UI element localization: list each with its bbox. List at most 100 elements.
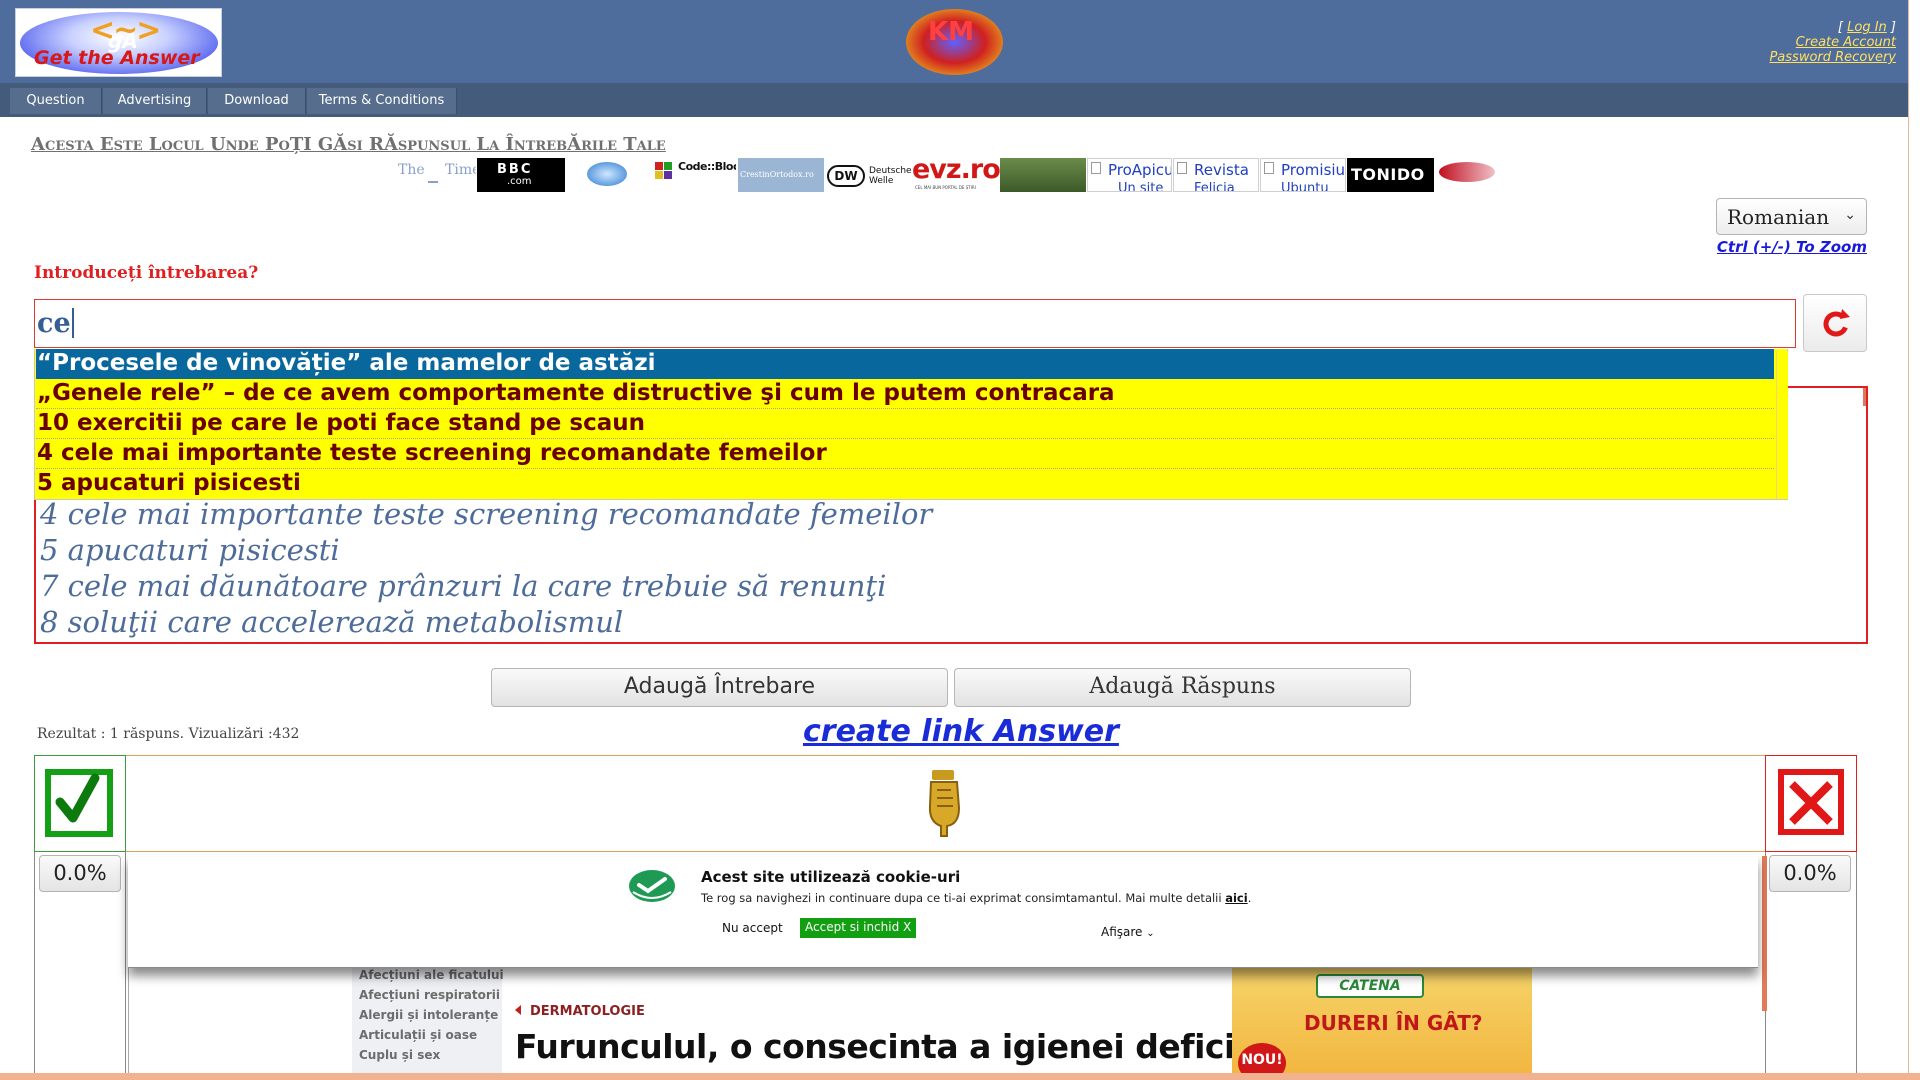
nav-item-terms[interactable]: Terms & Conditions: [307, 88, 457, 114]
cookie-accept-button[interactable]: Accept si inchid X: [800, 918, 917, 938]
refresh-icon: [1823, 309, 1850, 337]
center-logo[interactable]: KM: [906, 9, 1003, 75]
site-logo[interactable]: <~> gA Get the Answer: [15, 8, 222, 77]
nav-item-advertising[interactable]: Advertising: [103, 88, 207, 114]
embed-sidebar-item[interactable]: Afecțiuni respiratorii: [359, 988, 500, 1002]
embed-category[interactable]: DERMATOLOGIE: [515, 1004, 645, 1019]
result-item[interactable]: 8 soluţii care accelerează metabolismul: [40, 605, 623, 639]
result-item[interactable]: 4 cele mai importante teste screening re…: [40, 497, 932, 531]
result-item[interactable]: 5 apucaturi pisicesti: [40, 533, 340, 567]
revista-text: Revista: [1194, 161, 1249, 179]
partner-bbc[interactable]: BBC .com: [477, 158, 565, 192]
embed-sidebar: Afecțiuni ale ficatului Afecțiuni respir…: [352, 965, 504, 1073]
partner-wine[interactable]: [1435, 158, 1513, 192]
cookie-show-text: Afişare: [1101, 925, 1143, 939]
cross-icon[interactable]: [1766, 756, 1858, 853]
wine-glass-icon: [1439, 162, 1495, 182]
question-input-value: ce: [37, 308, 71, 339]
partner-globe[interactable]: [583, 158, 633, 192]
dw-sub-text: Deutsche Welle: [869, 166, 912, 186]
ad-text: DURERI ÎN GÂT?: [1304, 1011, 1483, 1035]
embed-sidebar-item[interactable]: Afecțiuni ale ficatului: [359, 968, 504, 982]
nav-bar: Question Advertising Download Terms & Co…: [0, 83, 1908, 117]
login-link[interactable]: Log In: [1847, 20, 1887, 35]
embed-sidebar-item[interactable]: Alergii și intoleranțe: [359, 1008, 498, 1022]
account-links: [ Log In ] Create Account Password Recov…: [1769, 20, 1896, 65]
partner-revista[interactable]: Revista Felicia: [1173, 158, 1259, 192]
embed-scrollbar[interactable]: [1762, 856, 1767, 1011]
suggestion-item[interactable]: 4 cele mai importante teste screening re…: [36, 439, 1774, 469]
suggestion-item[interactable]: „Genele rele” – de ce avem comportamente…: [36, 379, 1774, 409]
cookie-show-toggle[interactable]: Afişare ⌄: [1101, 925, 1155, 939]
doc-icon: [1264, 162, 1274, 174]
chevron-down-icon: ⌄: [1844, 207, 1856, 223]
dw-logo: DW: [827, 165, 865, 187]
partner-proapicu[interactable]: ProApicu Un site: [1087, 158, 1172, 192]
results-scrollbar[interactable]: [1863, 388, 1866, 406]
language-select[interactable]: Romanian ⌄: [1716, 198, 1867, 235]
create-account-link[interactable]: Create Account: [1796, 35, 1896, 50]
doc-icon: [1091, 162, 1101, 174]
vote-down-cell: [1765, 755, 1857, 852]
cookie-decline-button[interactable]: Nu accept: [722, 921, 783, 935]
vote-down-percent[interactable]: 0.0%: [1769, 855, 1851, 892]
center-logo-text: KM: [928, 17, 975, 47]
answer-header: [126, 755, 1765, 852]
suggestion-item[interactable]: 10 exercitii pe care le poti face stand …: [36, 409, 1774, 439]
embed-advert[interactable]: CATENA DURERI ÎN GÂT? NOU!: [1232, 965, 1532, 1073]
autocomplete-scrollbar[interactable]: [1776, 351, 1788, 499]
cookie-text-body: Te rog sa navighezi in continuare dupa c…: [701, 891, 1222, 905]
cookie-banner: Acest site utilizează cookie-uri Te rog …: [128, 855, 1758, 968]
codeblocks-icon-red: [655, 162, 663, 170]
promisiu-sub-text: Ubuntu: [1281, 181, 1329, 192]
vote-up-cell: [34, 755, 126, 852]
embed-sidebar-item[interactable]: Articulații și oase: [359, 1028, 477, 1042]
partner-the-times[interactable]: The Times: [398, 158, 476, 192]
refresh-button[interactable]: [1803, 294, 1867, 352]
partner-evz[interactable]: evz.ro CEL MAI BUN PORTAL DE ȘTIRI: [912, 158, 1000, 192]
partner-dw[interactable]: DW Deutsche Welle: [826, 158, 912, 192]
times-text-a: The: [398, 162, 425, 178]
partner-promisiu[interactable]: Promisiu Ubuntu: [1260, 158, 1346, 192]
proapicu-sub-text: Un site: [1118, 181, 1164, 192]
page-scrollbar[interactable]: [1908, 0, 1920, 1080]
question-input[interactable]: ce: [34, 299, 1796, 348]
nav-item-question[interactable]: Question: [10, 88, 102, 114]
result-item[interactable]: 7 cele mai dăunătoare prânzuri la care t…: [40, 569, 886, 603]
checkmark-icon[interactable]: [35, 756, 127, 853]
evz-text: evz.ro: [912, 158, 1000, 185]
suggestion-item-active[interactable]: “Procesele de vinovăție” ale mamelor de …: [36, 349, 1774, 379]
codeblocks-icon-green: [664, 162, 672, 170]
partner-tonido[interactable]: TONIDO: [1347, 158, 1434, 192]
add-question-button[interactable]: Adaugă Întrebare: [491, 668, 948, 707]
password-recovery-link[interactable]: Password Recovery: [1769, 50, 1896, 65]
autocomplete-dropdown: “Procesele de vinovăție” ale mamelor de …: [34, 349, 1788, 500]
doc-icon: [1177, 162, 1187, 174]
times-dash: [428, 181, 438, 183]
add-answer-button[interactable]: Adaugă Răspuns: [954, 668, 1411, 707]
times-text-b: Times: [445, 162, 476, 178]
nav-item-download[interactable]: Download: [208, 88, 306, 114]
bbc-text: BBC: [497, 162, 533, 177]
ad-badge: NOU!: [1238, 1043, 1286, 1073]
vote-up-percent[interactable]: 0.0%: [39, 855, 121, 892]
suggestion-item[interactable]: 5 apucaturi pisicesti: [36, 469, 1774, 499]
partner-crestinortodox[interactable]: CrestinOrtodox.ro: [738, 158, 824, 192]
cookie-title: Acest site utilizează cookie-uri: [701, 868, 961, 886]
text-caret: [71, 308, 74, 338]
crestinortodox-text: CrestinOrtodox.ro: [740, 170, 814, 179]
codeblocks-icon-purple: [664, 171, 672, 179]
create-link-answer[interactable]: create link Answer: [803, 714, 1119, 749]
codeblocks-text: Code::Blocks: [678, 160, 736, 173]
zoom-hint-link[interactable]: Ctrl (+/-) To Zoom: [1717, 238, 1867, 256]
embed-sidebar-item[interactable]: Cuplu și sex: [359, 1048, 440, 1062]
cookie-text: Te rog sa navighezi in continuare dupa c…: [701, 891, 1252, 905]
ad-brand: CATENA: [1316, 974, 1424, 998]
embed-headline[interactable]: Furunculul, o consecinta a igienei defic…: [515, 1027, 1310, 1066]
partner-codeblocks[interactable]: Code::Blocks: [654, 158, 736, 192]
partner-landscape[interactable]: [1000, 158, 1086, 192]
bottom-border: [0, 1073, 1920, 1080]
site-header: <~> gA Get the Answer KM [ Log In ] Crea…: [0, 0, 1908, 83]
cookie-details-link[interactable]: aici: [1225, 891, 1247, 905]
embed-category-text: DERMATOLOGIE: [530, 1004, 645, 1019]
